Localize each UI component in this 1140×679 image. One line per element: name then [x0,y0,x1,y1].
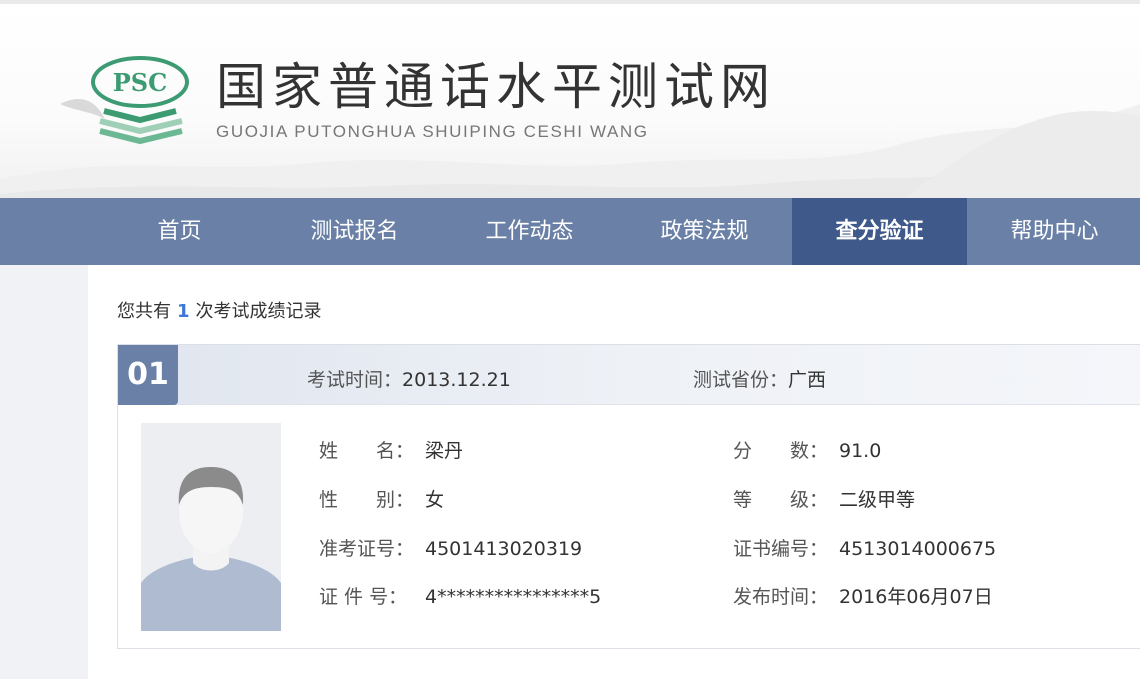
nav-item-help[interactable]: 帮助中心 [967,198,1140,265]
field-ticket: 准考证号： 4501413020319 [319,534,582,561]
nav-item-score-query[interactable]: 查分验证 [792,198,967,265]
gender-label: 性 别： [319,489,415,511]
record-index: 01 [118,345,178,405]
issue-label: 发布时间： [733,586,829,608]
level-label: 等 级： [733,489,829,511]
id-label: 证 件 号： [319,586,408,608]
field-score: 分 数： 91.0 [733,436,881,463]
ticket-value: 4501413020319 [425,538,583,560]
field-gender: 性 别： 女 [319,485,444,512]
record-count-suffix: 次考试成绩记录 [195,301,322,322]
record-count: 您共有 1 次考试成绩记录 [117,297,322,323]
candidate-photo [141,423,281,631]
nav-item-news[interactable]: 工作动态 [442,198,617,265]
logo-text: PSC [113,68,167,97]
province-label: 测试省份： [693,369,789,391]
gender-value: 女 [425,489,445,511]
province-value: 广西 [788,369,827,391]
cert-label: 证书编号： [733,538,829,560]
site-header: PSC 国家普通话水平测试网 GUOJIA PUTONGHUA SHUIPING… [0,0,1140,198]
exam-time-label: 考试时间： [307,369,403,391]
score-label: 分 数： [733,440,829,462]
field-id: 证 件 号： 4****************5 [319,582,601,609]
psc-logo[interactable]: PSC [60,49,200,149]
score-value: 91.0 [839,440,882,462]
exam-time: 考试时间：2013.12.21 [307,365,511,392]
site-subtitle: GUOJIA PUTONGHUA SHUIPING CESHI WANG [216,122,649,141]
nav-item-policies[interactable]: 政策法规 [617,198,792,265]
level-value: 二级甲等 [839,489,916,511]
name-label: 姓 名： [319,440,415,462]
record-count-number: 1 [177,301,190,322]
record-count-prefix: 您共有 [117,301,171,322]
test-province: 测试省份：广西 [693,365,826,392]
site-title: 国家普通话水平测试网 [216,58,776,116]
name-value: 梁丹 [425,440,464,462]
psc-logo-icon: PSC [60,56,189,145]
field-name: 姓 名： 梁丹 [319,436,463,463]
nav-item-home[interactable]: 首页 [92,198,267,265]
nav-item-registration[interactable]: 测试报名 [267,198,442,265]
avatar-placeholder-icon [141,423,281,631]
field-cert: 证书编号： 4513014000675 [733,534,996,561]
field-issue-date: 发布时间： 2016年06月07日 [733,582,993,609]
cert-value: 4513014000675 [839,538,997,560]
field-level: 等 级： 二级甲等 [733,485,915,512]
exam-time-value: 2013.12.21 [402,369,511,391]
issue-value: 2016年06月07日 [839,586,993,608]
main-nav: 首页 测试报名 工作动态 政策法规 查分验证 帮助中心 [0,198,1140,265]
ticket-label: 准考证号： [319,538,415,560]
card-header: 01 考试时间：2013.12.21 测试省份：广西 [118,345,1140,405]
id-value: 4****************5 [425,586,602,608]
left-gutter [0,265,88,679]
